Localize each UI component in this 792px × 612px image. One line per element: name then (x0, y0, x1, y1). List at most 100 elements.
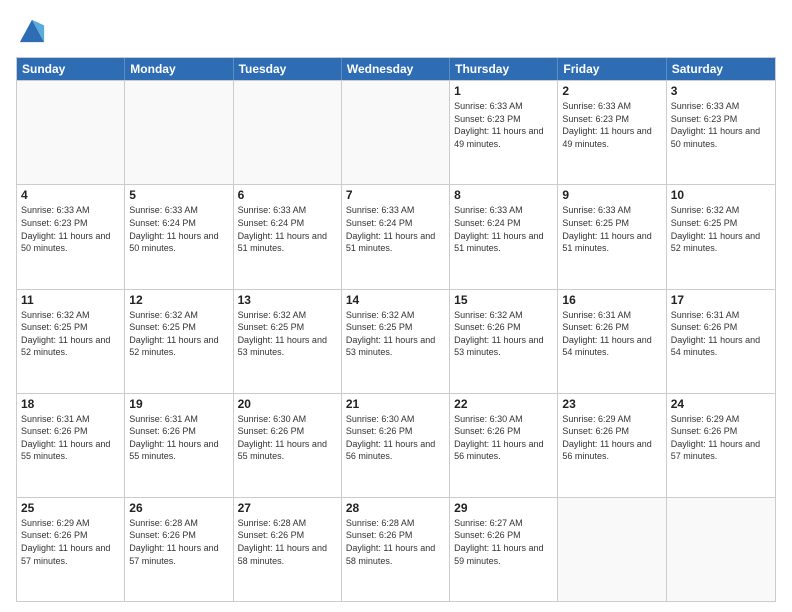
logo (16, 16, 46, 49)
cal-week-4: 18Sunrise: 6:31 AM Sunset: 6:26 PM Dayli… (17, 393, 775, 497)
day-number: 22 (454, 397, 553, 411)
cal-cell (17, 81, 125, 184)
calendar: SundayMondayTuesdayWednesdayThursdayFrid… (16, 57, 776, 602)
day-number: 19 (129, 397, 228, 411)
day-info: Sunrise: 6:33 AM Sunset: 6:24 PM Dayligh… (129, 204, 228, 254)
cal-header-saturday: Saturday (667, 58, 775, 80)
cal-cell: 16 Sunrise: 6:31 AM Sunset: 6:26 PM Dayli… (558, 290, 666, 393)
cal-cell: 17 Sunrise: 6:31 AM Sunset: 6:26 PM Dayli… (667, 290, 775, 393)
day-number: 25 (21, 501, 120, 515)
day-number: 23 (562, 397, 661, 411)
cal-cell: 9 Sunrise: 6:33 AM Sunset: 6:25 PM Daylig… (558, 185, 666, 288)
day-info: Sunrise: 6:31 AM Sunset: 6:26 PM Dayligh… (21, 413, 120, 463)
day-info: Sunrise: 6:32 AM Sunset: 6:25 PM Dayligh… (129, 309, 228, 359)
cal-week-5: 25 Sunrise: 6:29 AM Sunset: 6:26 PM Dayli… (17, 497, 775, 601)
cal-header-sunday: Sunday (17, 58, 125, 80)
day-number: 11 (21, 293, 120, 307)
day-number: 2 (562, 84, 661, 98)
day-number: 9 (562, 188, 661, 202)
cal-cell (234, 81, 342, 184)
day-number: 14 (346, 293, 445, 307)
day-number: 15 (454, 293, 553, 307)
day-number: 28 (346, 501, 445, 515)
day-info: Sunrise: 6:33 AM Sunset: 6:24 PM Dayligh… (346, 204, 445, 254)
calendar-page: SundayMondayTuesdayWednesdayThursdayFrid… (0, 0, 792, 612)
day-number: 1 (454, 84, 553, 98)
day-number: 13 (238, 293, 337, 307)
cal-cell: 25 Sunrise: 6:29 AM Sunset: 6:26 PM Dayli… (17, 498, 125, 601)
day-number: 10 (671, 188, 771, 202)
day-info: Sunrise: 6:30 AM Sunset: 6:26 PM Dayligh… (238, 413, 337, 463)
cal-cell: 24 Sunrise: 6:29 AM Sunset: 6:26 PM Dayli… (667, 394, 775, 497)
cal-cell: 14 Sunrise: 6:32 AM Sunset: 6:25 PM Dayli… (342, 290, 450, 393)
cal-cell (667, 498, 775, 601)
day-info: Sunrise: 6:33 AM Sunset: 6:24 PM Dayligh… (454, 204, 553, 254)
day-info: Sunrise: 6:33 AM Sunset: 6:23 PM Dayligh… (454, 100, 553, 150)
cal-cell: 3Sunrise: 6:33 AM Sunset: 6:23 PM Daylig… (667, 81, 775, 184)
cal-cell: 20 Sunrise: 6:30 AM Sunset: 6:26 PM Dayli… (234, 394, 342, 497)
day-number: 20 (238, 397, 337, 411)
day-number: 8 (454, 188, 553, 202)
cal-header-thursday: Thursday (450, 58, 558, 80)
day-info: Sunrise: 6:29 AM Sunset: 6:26 PM Dayligh… (562, 413, 661, 463)
day-info: Sunrise: 6:33 AM Sunset: 6:25 PM Dayligh… (562, 204, 661, 254)
cal-cell (342, 81, 450, 184)
day-number: 24 (671, 397, 771, 411)
day-number: 16 (562, 293, 661, 307)
page-header (16, 16, 776, 49)
day-info: Sunrise: 6:33 AM Sunset: 6:23 PM Dayligh… (21, 204, 120, 254)
cal-cell: 18Sunrise: 6:31 AM Sunset: 6:26 PM Dayli… (17, 394, 125, 497)
cal-header-friday: Friday (558, 58, 666, 80)
cal-week-2: 4 Sunrise: 6:33 AM Sunset: 6:23 PM Daylig… (17, 184, 775, 288)
cal-cell: 10 Sunrise: 6:32 AM Sunset: 6:25 PM Dayli… (667, 185, 775, 288)
day-info: Sunrise: 6:27 AM Sunset: 6:26 PM Dayligh… (454, 517, 553, 567)
day-info: Sunrise: 6:32 AM Sunset: 6:25 PM Dayligh… (21, 309, 120, 359)
cal-week-1: 1 Sunrise: 6:33 AM Sunset: 6:23 PM Daylig… (17, 80, 775, 184)
day-info: Sunrise: 6:28 AM Sunset: 6:26 PM Dayligh… (238, 517, 337, 567)
day-info: Sunrise: 6:29 AM Sunset: 6:26 PM Dayligh… (21, 517, 120, 567)
day-number: 12 (129, 293, 228, 307)
cal-cell: 6 Sunrise: 6:33 AM Sunset: 6:24 PM Daylig… (234, 185, 342, 288)
day-number: 5 (129, 188, 228, 202)
cal-cell: 7 Sunrise: 6:33 AM Sunset: 6:24 PM Daylig… (342, 185, 450, 288)
cal-cell: 27Sunrise: 6:28 AM Sunset: 6:26 PM Dayli… (234, 498, 342, 601)
cal-cell: 2Sunrise: 6:33 AM Sunset: 6:23 PM Daylig… (558, 81, 666, 184)
cal-header-wednesday: Wednesday (342, 58, 450, 80)
day-number: 29 (454, 501, 553, 515)
logo-icon (18, 16, 46, 44)
day-info: Sunrise: 6:28 AM Sunset: 6:26 PM Dayligh… (129, 517, 228, 567)
cal-cell: 12 Sunrise: 6:32 AM Sunset: 6:25 PM Dayli… (125, 290, 233, 393)
day-info: Sunrise: 6:33 AM Sunset: 6:23 PM Dayligh… (671, 100, 771, 150)
day-info: Sunrise: 6:32 AM Sunset: 6:25 PM Dayligh… (346, 309, 445, 359)
cal-cell: 8 Sunrise: 6:33 AM Sunset: 6:24 PM Daylig… (450, 185, 558, 288)
cal-header-monday: Monday (125, 58, 233, 80)
cal-cell: 13 Sunrise: 6:32 AM Sunset: 6:25 PM Dayli… (234, 290, 342, 393)
day-info: Sunrise: 6:32 AM Sunset: 6:26 PM Dayligh… (454, 309, 553, 359)
day-info: Sunrise: 6:29 AM Sunset: 6:26 PM Dayligh… (671, 413, 771, 463)
day-info: Sunrise: 6:31 AM Sunset: 6:26 PM Dayligh… (562, 309, 661, 359)
day-number: 6 (238, 188, 337, 202)
day-number: 21 (346, 397, 445, 411)
cal-cell (558, 498, 666, 601)
day-number: 7 (346, 188, 445, 202)
cal-cell: 23 Sunrise: 6:29 AM Sunset: 6:26 PM Dayli… (558, 394, 666, 497)
day-info: Sunrise: 6:30 AM Sunset: 6:26 PM Dayligh… (346, 413, 445, 463)
day-number: 17 (671, 293, 771, 307)
cal-cell: 19Sunrise: 6:31 AM Sunset: 6:26 PM Dayli… (125, 394, 233, 497)
day-info: Sunrise: 6:32 AM Sunset: 6:25 PM Dayligh… (238, 309, 337, 359)
day-info: Sunrise: 6:32 AM Sunset: 6:25 PM Dayligh… (671, 204, 771, 254)
cal-cell (125, 81, 233, 184)
cal-cell: 28Sunrise: 6:28 AM Sunset: 6:26 PM Dayli… (342, 498, 450, 601)
calendar-body: 1 Sunrise: 6:33 AM Sunset: 6:23 PM Daylig… (17, 80, 775, 601)
cal-cell: 5 Sunrise: 6:33 AM Sunset: 6:24 PM Daylig… (125, 185, 233, 288)
cal-cell: 26 Sunrise: 6:28 AM Sunset: 6:26 PM Dayli… (125, 498, 233, 601)
cal-cell: 11 Sunrise: 6:32 AM Sunset: 6:25 PM Dayli… (17, 290, 125, 393)
day-info: Sunrise: 6:31 AM Sunset: 6:26 PM Dayligh… (671, 309, 771, 359)
cal-header-tuesday: Tuesday (234, 58, 342, 80)
logo-text (16, 16, 46, 49)
day-number: 26 (129, 501, 228, 515)
day-info: Sunrise: 6:33 AM Sunset: 6:24 PM Dayligh… (238, 204, 337, 254)
day-number: 4 (21, 188, 120, 202)
cal-cell: 29 Sunrise: 6:27 AM Sunset: 6:26 PM Dayli… (450, 498, 558, 601)
cal-week-3: 11 Sunrise: 6:32 AM Sunset: 6:25 PM Dayli… (17, 289, 775, 393)
